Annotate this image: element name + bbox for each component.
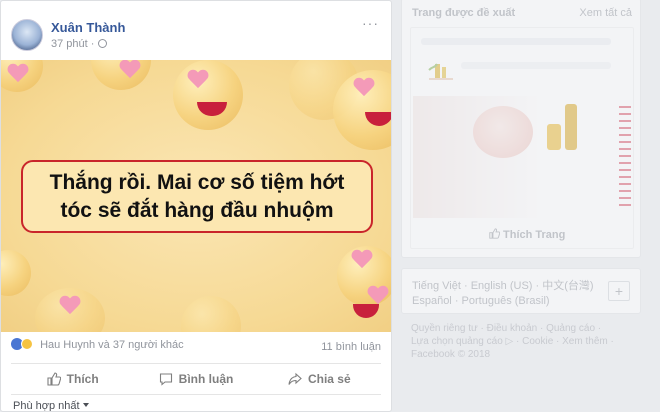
emoji-decoration xyxy=(1,250,31,296)
footer-links-2[interactable]: Lựa chọn quảng cáo ▷ · Cookie · Xem thêm… xyxy=(411,335,636,348)
more-options-icon[interactable]: ··· xyxy=(362,15,379,31)
see-all-link[interactable]: Xem tất cả xyxy=(579,7,632,19)
footer-copyright: Facebook © 2018 xyxy=(411,349,491,360)
globe-icon xyxy=(98,39,108,48)
language-spanish[interactable]: Español xyxy=(412,295,452,307)
post-header: Xuân Thành 37 phút · ··· xyxy=(11,15,381,55)
heart-decoration xyxy=(187,70,209,90)
thumbs-up-icon xyxy=(489,228,501,239)
right-sidebar: Trang được đề xuất Xem tất cả Thích Tran… xyxy=(401,0,641,412)
heart-decoration xyxy=(353,78,375,98)
heart-decoration xyxy=(367,286,389,306)
footer-links-1[interactable]: Quyền riêng tư · Điều khoản · Quảng cáo … xyxy=(411,322,636,335)
like-label: Thích xyxy=(66,372,99,386)
author-avatar[interactable] xyxy=(11,19,43,51)
comments-count[interactable]: 11 bình luận xyxy=(321,341,381,353)
post-timestamp[interactable]: 37 phút · xyxy=(51,38,108,50)
oil-bottle-icon xyxy=(565,104,577,150)
timestamp-text[interactable]: 37 phút xyxy=(51,38,88,50)
emoji-mouth xyxy=(353,304,379,318)
baby-photo xyxy=(473,106,533,158)
add-language-button[interactable]: + xyxy=(608,281,630,301)
share-icon xyxy=(288,372,302,385)
author-name[interactable]: Xuân Thành xyxy=(51,20,125,35)
comment-sort-dropdown[interactable]: Phù hợp nhất xyxy=(13,400,89,412)
post-actions: Thích Bình luận Chia sẻ xyxy=(11,363,381,395)
language-list: Tiếng Việt · English (US) · 中文(台灣) Españ… xyxy=(412,280,594,307)
emoji-decoration xyxy=(181,296,241,332)
heart-decoration xyxy=(119,60,141,80)
chevron-down-icon xyxy=(82,403,89,407)
reaction-stats: Hau Huynh và 37 người khác 11 bình luận xyxy=(11,338,381,356)
suggested-page-item[interactable]: Thích Trang xyxy=(410,27,634,249)
image-caption-box: Thắng rồi. Mai cơ số tiệm hớt tóc sẽ đắt… xyxy=(21,160,373,233)
page-thumbnail[interactable] xyxy=(425,58,457,82)
share-label: Chia sẻ xyxy=(307,372,351,386)
comment-label: Bình luận xyxy=(178,372,234,386)
oil-bottle-icon xyxy=(547,124,561,150)
language-vietnamese[interactable]: Tiếng Việt xyxy=(412,280,461,292)
sidebar-footer: Quyền riêng tư · Điều khoản · Quảng cáo … xyxy=(411,322,636,361)
suggested-page-cover-photo[interactable] xyxy=(413,96,633,218)
heart-decoration xyxy=(7,64,29,84)
reactions-summary[interactable]: Hau Huynh và 37 người khác xyxy=(40,339,184,351)
suggested-pages-title: Trang được đề xuất xyxy=(412,7,516,19)
comment-button[interactable]: Bình luận xyxy=(134,364,257,394)
caption-line-1: Thắng rồi. Mai cơ số tiệm hớt xyxy=(49,171,345,194)
haha-reaction-icon[interactable] xyxy=(21,338,33,350)
heart-decoration xyxy=(59,296,81,316)
suggested-page-name[interactable] xyxy=(461,62,611,69)
heart-decoration xyxy=(351,250,373,270)
suggested-page-description xyxy=(421,38,611,45)
comment-icon xyxy=(159,373,172,386)
language-card: Tiếng Việt · English (US) · 中文(台灣) Españ… xyxy=(401,268,641,314)
like-page-button[interactable]: Thích Trang xyxy=(489,228,565,241)
olive-oil-icon xyxy=(428,63,453,80)
cover-text-decoration xyxy=(619,106,631,206)
thumbs-up-icon xyxy=(47,372,61,386)
share-button[interactable]: Chia sẻ xyxy=(258,364,381,394)
language-english[interactable]: English (US) xyxy=(471,280,533,292)
like-page-label: Thích Trang xyxy=(503,229,566,241)
like-button[interactable]: Thích xyxy=(11,364,134,394)
caption-line-2: tóc sẽ đắt hàng đầu nhuộm xyxy=(60,199,334,222)
suggested-pages-card: Trang được đề xuất Xem tất cả Thích Tran… xyxy=(401,0,641,258)
language-portuguese[interactable]: Português (Brasil) xyxy=(462,295,550,307)
post-card: Xuân Thành 37 phút · ··· Thắng rồi. Mai … xyxy=(0,0,392,412)
sort-label: Phù hợp nhất xyxy=(13,400,80,412)
language-chinese[interactable]: 中文(台灣) xyxy=(542,280,593,292)
post-image[interactable]: Thắng rồi. Mai cơ số tiệm hớt tóc sẽ đắt… xyxy=(1,60,391,332)
